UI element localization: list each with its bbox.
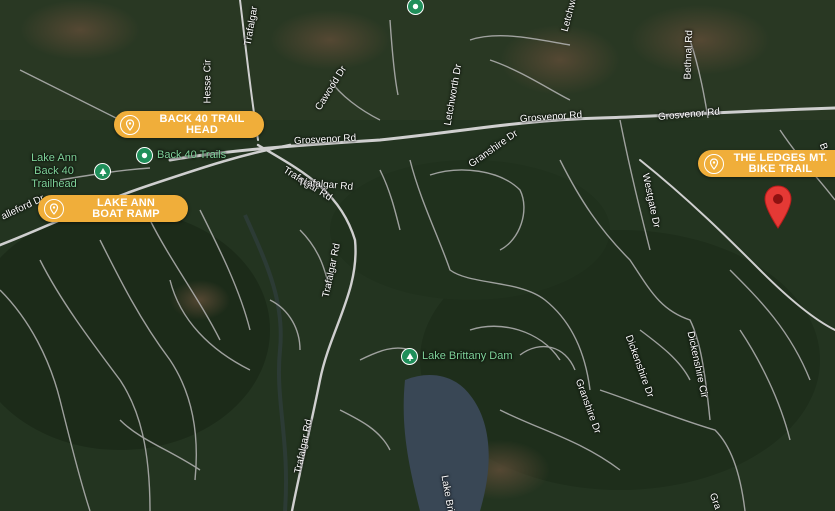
road-label-bethnal: Bethnal Rd [682,29,696,80]
poi-label-back-40-trails: Back 40 Trails [157,149,227,161]
map-pin-icon [120,114,140,135]
callout-label-boat-ramp: LAKE ANN BOAT RAMP [92,196,160,220]
poi-lake-ann-back-40-trailhead[interactable]: Lake Ann Back 40 Trailhead [18,152,111,191]
satellite-map[interactable]: Grosvenor Rd Grosvenor Rd Grosvenor Rd T… [0,0,835,511]
map-pin-icon [704,153,724,174]
poi-label-lake-ann-back-40: Lake Ann Back 40 Trailhead [31,152,77,190]
red-location-marker-icon[interactable] [762,184,794,235]
map-imagery [0,0,835,511]
poi-top[interactable] [407,0,424,15]
callout-label-ledges: THE LEDGES MT. BIKE TRAIL [733,151,828,175]
location-pin-icon [136,147,153,164]
poi-label-lake-brittany-dam: Lake Brittany Dam [422,350,513,362]
callout-back-40-trail-head[interactable]: BACK 40 TRAIL HEAD [114,111,264,138]
location-pin-icon [407,0,424,15]
tree-icon [94,163,111,180]
callout-label-back-40: BACK 40 TRAIL HEAD [159,112,245,136]
poi-lake-brittany-dam[interactable]: Lake Brittany Dam [401,348,512,365]
callout-lake-ann-boat-ramp[interactable]: LAKE ANN BOAT RAMP [38,195,188,222]
tree-icon [401,348,418,365]
road-label-hesse-cir: Hesse Cir [202,59,214,104]
poi-back-40-trails[interactable]: Back 40 Trails [136,147,226,164]
callout-the-ledges-mt-bike-trail[interactable]: THE LEDGES MT. BIKE TRAIL [698,150,835,177]
map-pin-icon [44,198,64,219]
